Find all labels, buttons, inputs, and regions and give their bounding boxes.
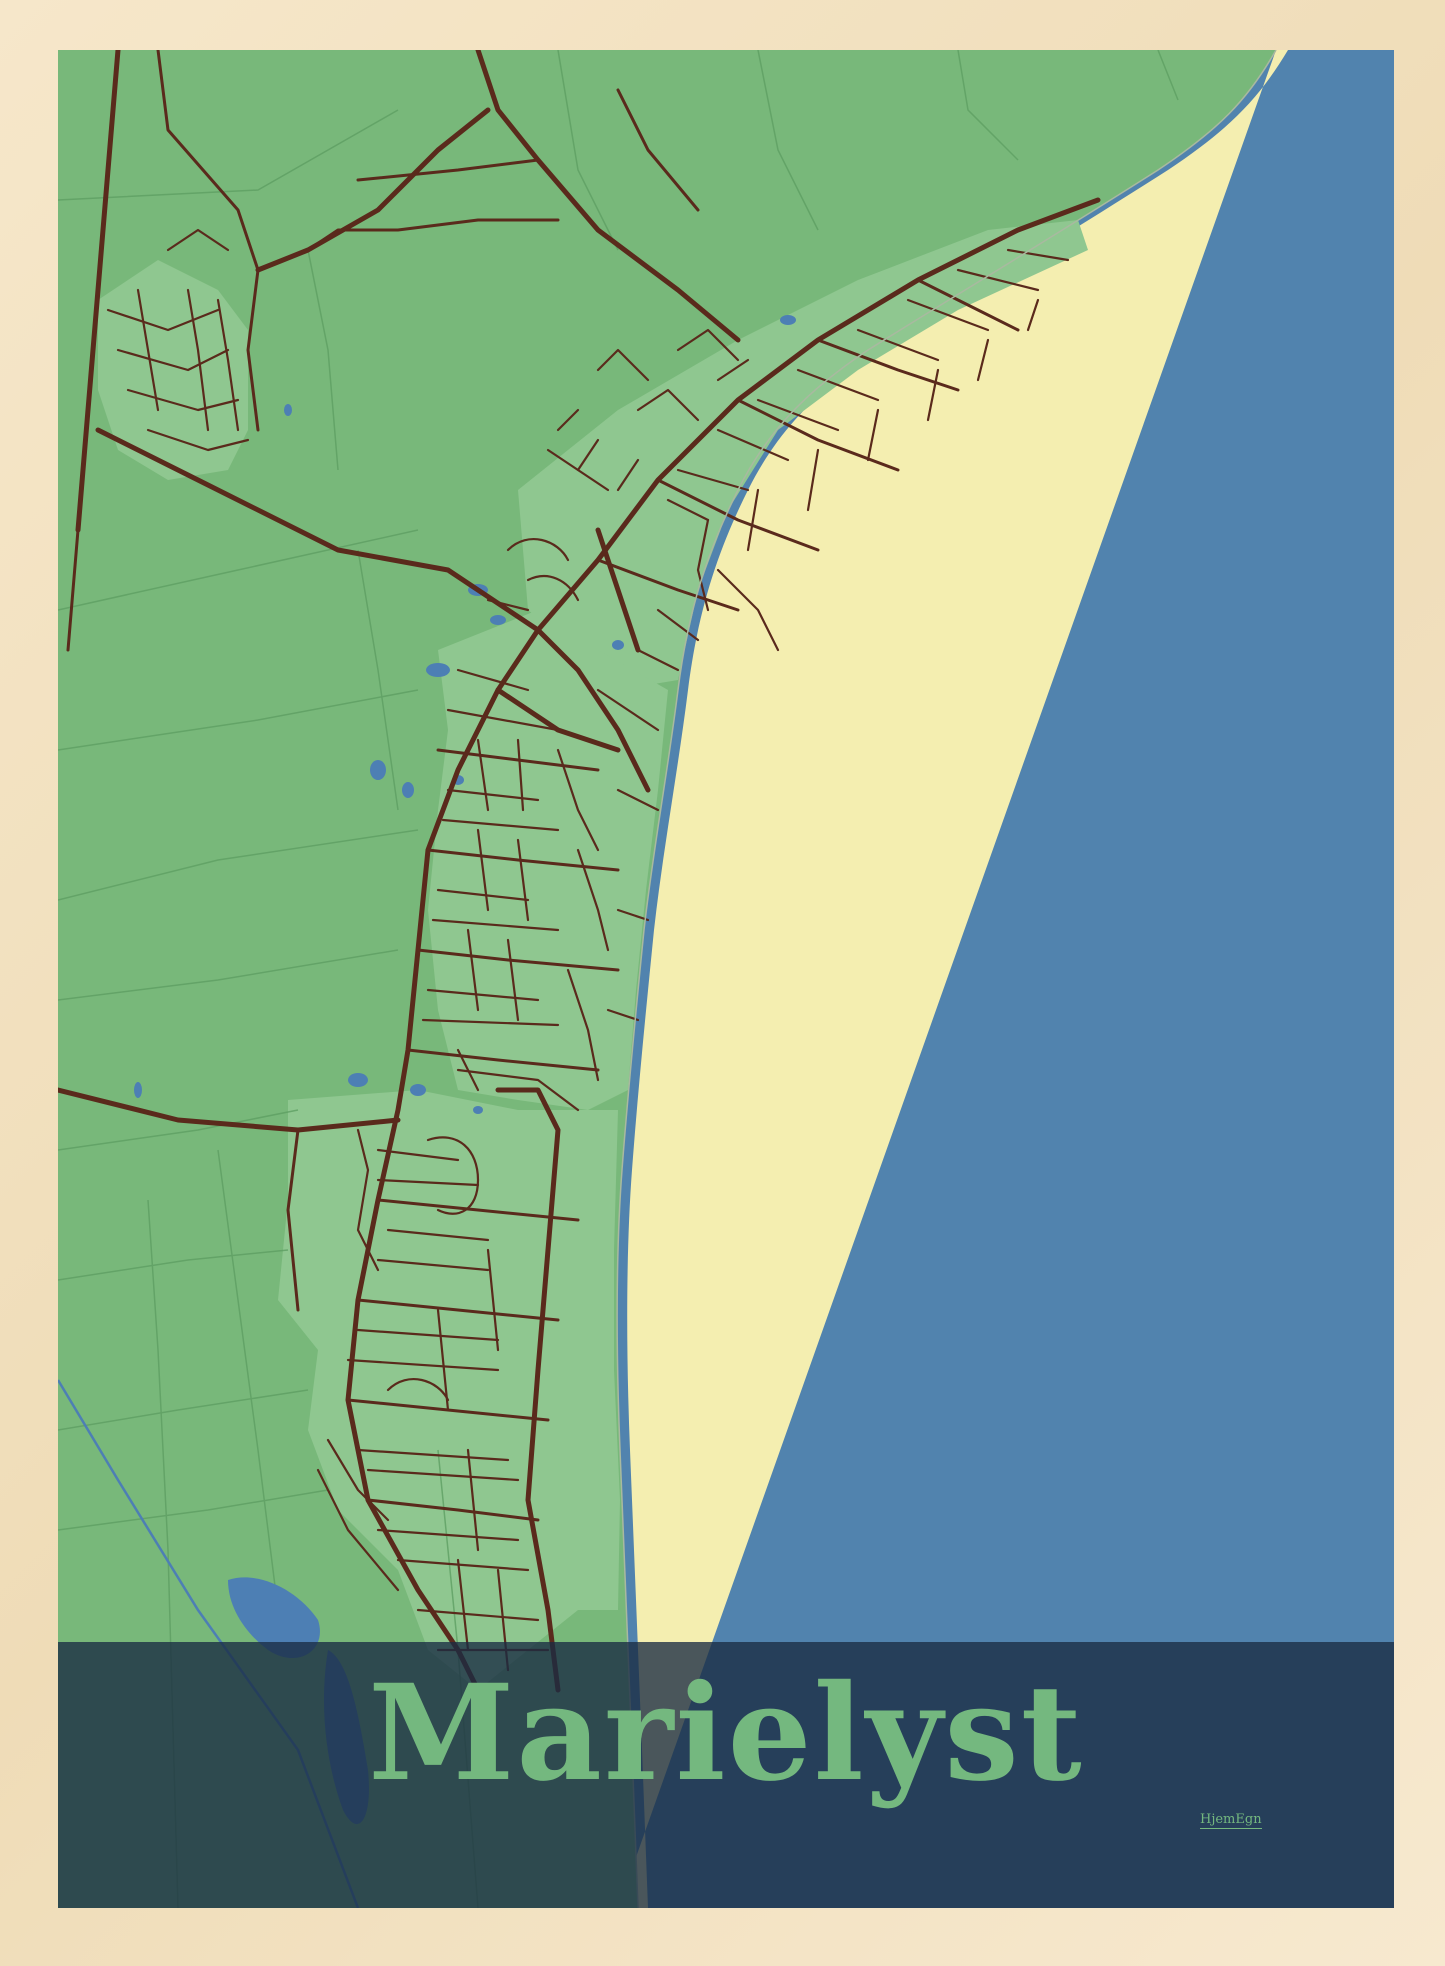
street-map	[58, 50, 1394, 1908]
town-title: Marielyst	[368, 1656, 1084, 1811]
brand-logo: HjemEgn	[1200, 1812, 1262, 1829]
map-poster: Marielyst HjemEgn	[58, 50, 1394, 1908]
poster-frame: Marielyst HjemEgn	[0, 0, 1445, 1966]
urban-area-central	[428, 610, 668, 1110]
